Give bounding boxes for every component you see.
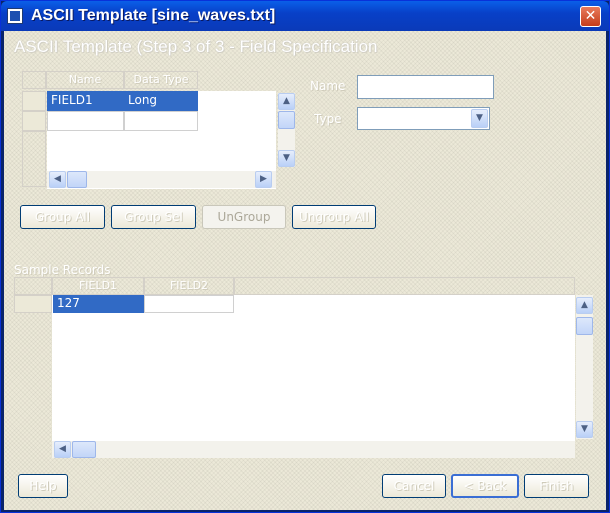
title-bar[interactable]: ASCII Template [sine_waves.txt] ✕ bbox=[1, 1, 609, 31]
group-sel-button[interactable]: Group Sel bbox=[111, 205, 196, 229]
field-grid-header-type[interactable]: Data Type bbox=[124, 71, 198, 89]
field-grid-header-name[interactable]: Name bbox=[46, 71, 124, 89]
scroll-left-icon[interactable]: ◀ bbox=[54, 441, 71, 458]
field-grid-hscroll-thumb[interactable] bbox=[67, 171, 87, 188]
field-grid-row-header bbox=[22, 131, 46, 187]
scroll-up-icon[interactable]: ▲ bbox=[278, 93, 295, 110]
name-input[interactable] bbox=[357, 75, 494, 99]
dialog-body: ASCII Template (Step 3 of 3 - Field Spec… bbox=[4, 31, 606, 510]
type-select[interactable]: ▼ bbox=[357, 107, 490, 130]
finish-button[interactable]: Finish bbox=[524, 474, 589, 498]
field-name-cell[interactable] bbox=[47, 111, 124, 131]
back-button[interactable]: < Back bbox=[451, 474, 519, 498]
ungroup-all-button[interactable]: Ungroup All bbox=[292, 205, 376, 229]
sample-grid-body bbox=[52, 295, 575, 441]
sample-grid-hscroll[interactable] bbox=[52, 441, 575, 458]
chevron-down-icon[interactable]: ▼ bbox=[471, 109, 488, 128]
sample-grid-header-filler bbox=[234, 277, 575, 295]
cancel-button[interactable]: Cancel bbox=[382, 474, 446, 498]
sample-grid-hscroll-thumb[interactable] bbox=[72, 441, 96, 458]
sample-records-grid: FIELD1 FIELD2 127 ▲ ▼ ◀ bbox=[14, 277, 595, 463]
app-icon bbox=[7, 8, 23, 24]
scroll-left-icon[interactable]: ◀ bbox=[49, 171, 66, 188]
help-button[interactable]: Help bbox=[18, 474, 68, 498]
ascii-template-window: ASCII Template [sine_waves.txt] ✕ ASCII … bbox=[0, 0, 610, 513]
ungroup-button[interactable]: UnGroup bbox=[202, 205, 286, 229]
sample-grid-header-field1[interactable]: FIELD1 bbox=[52, 277, 144, 295]
field-grid: Name Data Type FIELD1 Long ▲ ▼ ◀ ▶ bbox=[22, 71, 295, 189]
scroll-right-icon[interactable]: ▶ bbox=[255, 171, 272, 188]
scroll-down-icon[interactable]: ▼ bbox=[576, 421, 593, 438]
scroll-down-icon[interactable]: ▼ bbox=[278, 150, 295, 167]
close-button[interactable]: ✕ bbox=[580, 6, 601, 27]
sample-cell[interactable]: 127 bbox=[53, 295, 144, 313]
field-type-cell[interactable] bbox=[124, 111, 198, 131]
sample-grid-vscroll-thumb[interactable] bbox=[576, 317, 593, 335]
sample-grid-corner bbox=[14, 277, 52, 295]
sample-cell[interactable] bbox=[144, 295, 234, 313]
field-grid-row-header[interactable] bbox=[22, 91, 46, 111]
sample-grid-row-header[interactable] bbox=[14, 295, 52, 313]
sample-records-label: Sample Records bbox=[14, 263, 111, 277]
field-name-cell[interactable]: FIELD1 bbox=[47, 91, 124, 111]
type-label: Type bbox=[314, 112, 342, 126]
field-grid-vscroll-thumb[interactable] bbox=[278, 111, 295, 129]
field-grid-corner bbox=[22, 71, 46, 89]
scroll-up-icon[interactable]: ▲ bbox=[576, 297, 593, 314]
group-all-button[interactable]: Group All bbox=[20, 205, 105, 229]
step-heading: ASCII Template (Step 3 of 3 - Field Spec… bbox=[14, 37, 378, 56]
field-grid-row-header[interactable] bbox=[22, 111, 46, 131]
field-type-cell[interactable]: Long bbox=[124, 91, 198, 111]
name-label: Name bbox=[310, 79, 346, 93]
window-title: ASCII Template [sine_waves.txt] bbox=[31, 7, 276, 24]
sample-grid-header-field2[interactable]: FIELD2 bbox=[144, 277, 234, 295]
